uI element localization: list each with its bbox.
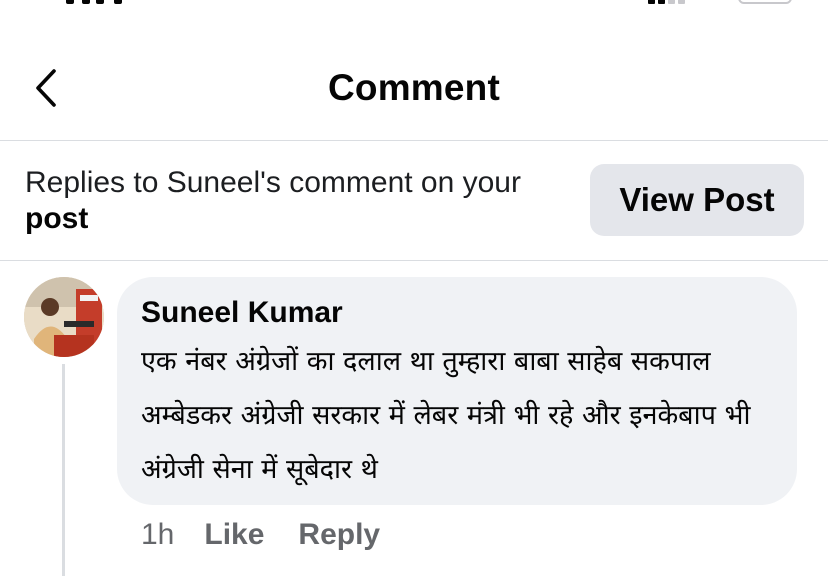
thread-line <box>62 364 65 576</box>
page-title: Comment <box>327 67 501 108</box>
comment-bubble[interactable]: Suneel Kumar एक नंबर अंग्रेजों का दलाल थ… <box>117 277 797 505</box>
signal-icon <box>648 0 688 4</box>
like-button[interactable]: Like <box>204 518 264 552</box>
avatar[interactable] <box>24 277 104 357</box>
reply-context-text: Replies to Suneel's comment on your post <box>25 165 565 237</box>
comment-actions: 1h Like Reply <box>141 515 414 555</box>
status-bar <box>0 0 828 12</box>
comment-author[interactable]: Suneel Kumar <box>141 294 343 332</box>
battery-icon <box>738 0 792 4</box>
reply-button[interactable]: Reply <box>298 518 380 552</box>
nav-bar: Comment <box>0 36 828 141</box>
view-post-button[interactable]: View Post <box>590 164 804 236</box>
comment-timestamp: 1h <box>141 518 175 551</box>
status-time-fragment <box>66 0 136 6</box>
comment-item: Suneel Kumar एक नंबर अंग्रेजों का दलाल थ… <box>0 262 828 576</box>
comment-text: एक नंबर अंग्रेजों का दलाल था तुम्हारा बा… <box>141 346 751 485</box>
avatar-photo <box>24 277 104 357</box>
post-link[interactable]: post <box>25 202 88 235</box>
reply-context-prefix: Replies to Suneel's comment on your <box>25 166 521 199</box>
reply-context-bar: Replies to Suneel's comment on your post… <box>0 141 828 261</box>
